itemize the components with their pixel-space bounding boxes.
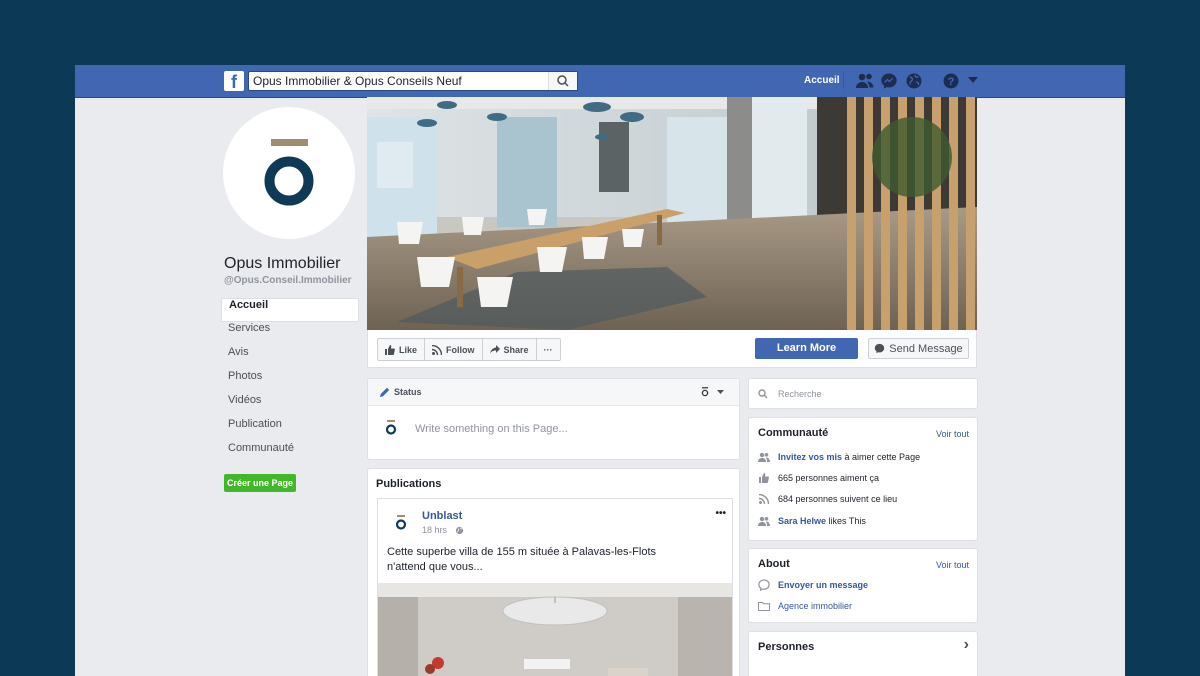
messenger-icon — [758, 579, 770, 591]
community-see-all-link[interactable]: Voir tout — [936, 429, 969, 439]
help-icon[interactable]: ? — [942, 72, 960, 90]
invite-friends-text: à aimer cette Page — [842, 452, 921, 462]
about-panel: About Voir tout Envoyer un message Agenc… — [748, 548, 978, 623]
composer-avatar-icon — [385, 420, 397, 435]
people-title: Personnes — [758, 641, 815, 653]
share-arrow-icon — [489, 344, 500, 354]
community-title: Communauté — [758, 427, 829, 439]
post-card: Unblast 18 hrs ••• Cette superbe villa d… — [377, 498, 733, 676]
friend-name-link[interactable]: Sara Helwe — [778, 516, 826, 526]
cover-photo[interactable] — [367, 97, 977, 330]
category-row: Agence immobilier — [758, 599, 852, 613]
people-panel: Personnes › — [748, 631, 978, 676]
invite-friends-row: Invitez vos mis à aimer cette Page — [758, 450, 920, 464]
page-navigation: Accueil Services Avis Photos Vidéos Publ… — [221, 298, 359, 466]
friend-likes-row: Sara Helwe likes This — [758, 514, 866, 528]
send-message-link[interactable]: Envoyer un message — [778, 580, 868, 590]
topbar-divider — [843, 73, 844, 89]
likes-row: 665 personnes aiment ça — [758, 471, 879, 485]
page-handle: @Opus.Conseil.Immobilier — [224, 275, 352, 286]
friends-icon — [758, 516, 770, 526]
about-title: About — [758, 558, 790, 570]
send-message-row: Envoyer un message — [758, 578, 868, 592]
post-photo[interactable] — [378, 583, 732, 676]
post-text: Cette superbe villa de 155 m située à Pa… — [387, 545, 717, 575]
like-label: Like — [399, 344, 418, 355]
rss-icon — [432, 344, 443, 355]
page-avatar[interactable] — [223, 107, 355, 239]
post-time[interactable]: 18 hrs — [422, 525, 447, 535]
nav-item-publication[interactable]: Publication — [221, 418, 359, 442]
nav-item-communaute[interactable]: Communauté — [221, 442, 359, 466]
post-text-line-1: Cette superbe villa de 155 m située à Pa… — [387, 546, 657, 558]
action-button-group: Like Follow Share ··· — [377, 338, 561, 361]
globe-icon — [455, 526, 464, 535]
page-name: Opus Immobilier — [224, 255, 341, 272]
send-message-label: Send Message — [889, 342, 963, 355]
search-input[interactable] — [253, 73, 543, 89]
share-label: Share — [503, 344, 529, 355]
folder-icon — [758, 602, 770, 611]
chevron-right-icon[interactable]: › — [964, 636, 969, 654]
category-link[interactable]: Agence immobilier — [778, 601, 852, 611]
messenger-icon — [875, 343, 885, 354]
page-action-bar: Like Follow Share ··· Learn More Send Me… — [367, 330, 977, 368]
send-message-button[interactable]: Send Message — [868, 338, 969, 359]
followers-row: 684 personnes suivent ce lieu — [758, 492, 897, 506]
post-author-avatar-icon[interactable] — [395, 515, 407, 531]
facebook-logo-icon[interactable]: f — [224, 71, 244, 91]
cover-office-illustration — [367, 97, 977, 330]
status-composer: Status Write something on this Page... — [367, 378, 740, 460]
friends-icon — [758, 452, 770, 462]
search-icon — [557, 75, 569, 87]
friends-icon[interactable] — [855, 72, 875, 90]
nav-item-videos[interactable]: Vidéos — [221, 394, 359, 418]
search-button[interactable] — [548, 72, 577, 90]
invite-friends-link[interactable]: Invitez vos mis — [778, 452, 842, 462]
rss-icon — [758, 494, 770, 504]
about-see-all-link[interactable]: Voir tout — [936, 560, 969, 570]
publications-title: Publications — [376, 478, 442, 490]
like-button[interactable]: Like — [378, 339, 426, 360]
messenger-icon[interactable] — [880, 72, 898, 90]
top-navigation-bar: f Accueil ? — [75, 65, 1125, 98]
page-avatar-small-icon[interactable] — [701, 387, 709, 397]
thumbs-up-icon — [385, 344, 395, 355]
follow-button[interactable]: Follow — [425, 339, 483, 360]
nav-item-accueil[interactable]: Accueil — [221, 298, 359, 322]
create-page-button[interactable]: Créer une Page — [224, 474, 296, 492]
search-icon — [758, 389, 768, 399]
status-header: Status — [368, 379, 739, 406]
home-link[interactable]: Accueil — [804, 75, 840, 86]
browser-window: f Accueil ? Opus Immobilier @Opus.Consei… — [75, 65, 1125, 676]
nav-item-services[interactable]: Services — [221, 322, 359, 346]
learn-more-button[interactable]: Learn More — [755, 338, 858, 359]
post-text-line-2: n'attend que vous... — [387, 561, 483, 573]
friend-likes-text: likes This — [826, 516, 866, 526]
search-box[interactable] — [248, 71, 578, 91]
thumbs-up-icon — [759, 473, 769, 483]
status-input[interactable]: Write something on this Page... — [415, 423, 568, 435]
opus-logo-icon — [264, 139, 314, 206]
more-actions-button[interactable]: ··· — [537, 339, 560, 360]
globe-icon[interactable] — [905, 72, 923, 90]
post-options-icon[interactable]: ••• — [715, 508, 726, 519]
page-search-box[interactable]: Recherche — [748, 378, 978, 409]
caret-down-icon[interactable] — [717, 390, 724, 394]
nav-item-avis[interactable]: Avis — [221, 346, 359, 370]
svg-text:?: ? — [948, 76, 955, 88]
nav-item-photos[interactable]: Photos — [221, 370, 359, 394]
post-author[interactable]: Unblast — [422, 510, 462, 522]
page-search-input[interactable]: Recherche — [778, 389, 822, 399]
followers-count: 684 personnes suivent ce lieu — [778, 494, 898, 504]
community-panel: Communauté Voir tout Invitez vos mis à a… — [748, 417, 978, 541]
likes-count: 665 personnes aiment ça — [778, 473, 880, 483]
caret-down-icon[interactable] — [968, 77, 978, 83]
share-button[interactable]: Share — [483, 339, 537, 360]
pencil-icon — [380, 387, 390, 397]
follow-label: Follow — [446, 344, 475, 355]
more-dots-icon: ··· — [543, 344, 553, 355]
status-tab[interactable]: Status — [394, 387, 422, 397]
publications-panel: Publications Unblast 18 hrs ••• Cette su… — [367, 468, 740, 676]
